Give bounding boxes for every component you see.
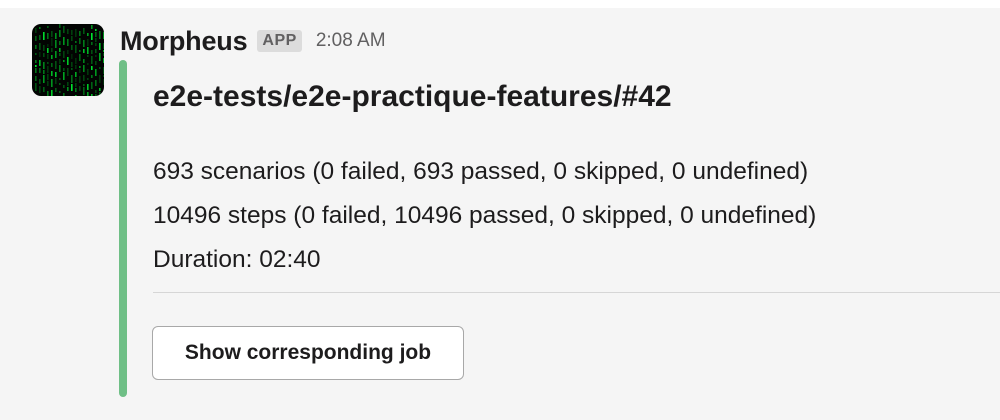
attachment-title: e2e-tests/e2e-practique-features/#42 <box>153 80 672 113</box>
show-job-button[interactable]: Show corresponding job <box>152 326 464 380</box>
matrix-code-icon <box>35 24 104 96</box>
duration-summary: Duration: 02:40 <box>153 246 321 273</box>
message-timestamp[interactable]: 2:08 AM <box>316 30 386 52</box>
sender-name[interactable]: Morpheus <box>120 26 248 57</box>
attachment-color-bar <box>119 60 127 397</box>
scenarios-summary: 693 scenarios (0 failed, 693 passed, 0 s… <box>153 158 809 185</box>
attachment-text: 693 scenarios (0 failed, 693 passed, 0 s… <box>153 150 816 282</box>
message-header: Morpheus APP 2:08 AM <box>120 26 386 56</box>
avatar[interactable] <box>32 24 104 96</box>
chat-message: Morpheus APP 2:08 AM e2e-tests/e2e-pract… <box>0 0 1000 420</box>
previous-message-edge <box>0 0 1000 8</box>
steps-summary: 10496 steps (0 failed, 10496 passed, 0 s… <box>153 202 817 229</box>
attachment-divider <box>153 292 1000 293</box>
app-badge: APP <box>257 30 302 52</box>
